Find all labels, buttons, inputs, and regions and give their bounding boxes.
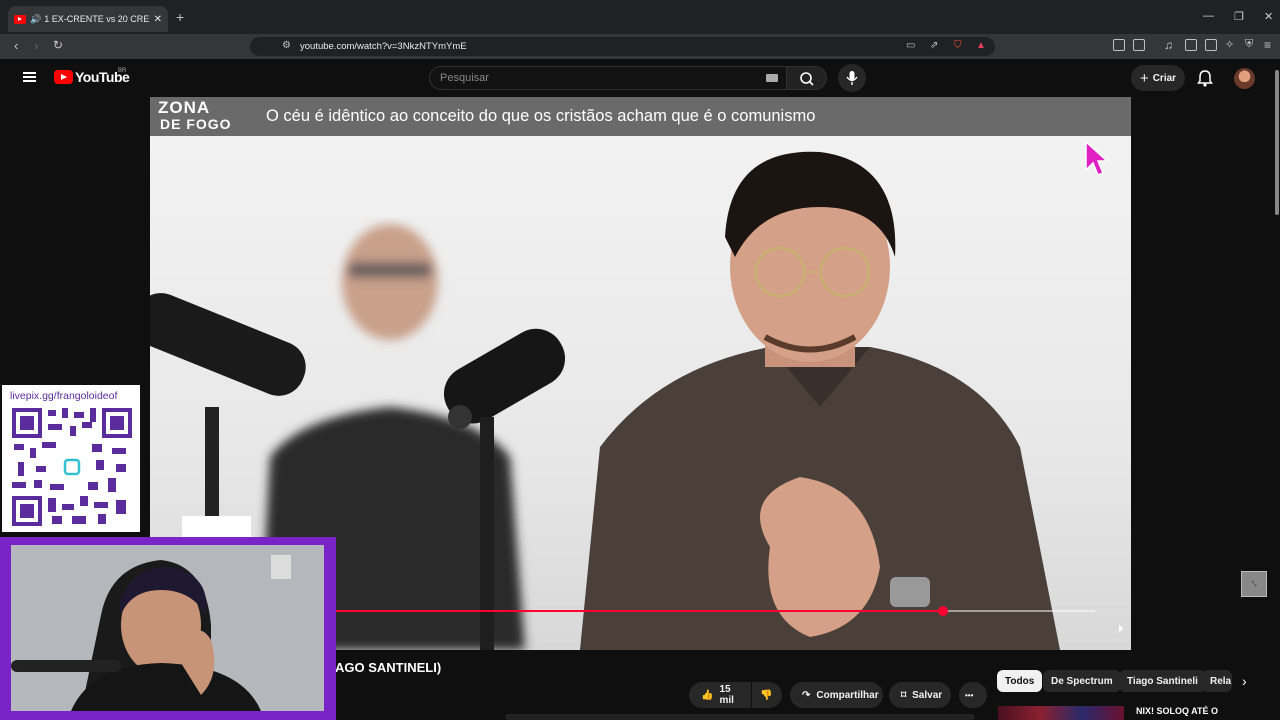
youtube-favicon-icon: [14, 14, 26, 24]
minimize-icon[interactable]: —: [1203, 10, 1214, 22]
back-icon[interactable]: ‹: [14, 38, 18, 53]
leo-ai-icon[interactable]: ✧: [1225, 38, 1234, 51]
donation-qr-overlay: livepix.gg/frangoloideof: [2, 385, 140, 532]
like-button[interactable]: 👍 15 mil: [689, 682, 751, 708]
chevron-right-icon[interactable]: ›: [1242, 673, 1247, 689]
comment-area-preview: [505, 714, 975, 720]
site-info-icon[interactable]: ⚙: [282, 40, 291, 51]
menu-icon[interactable]: ≡: [1264, 38, 1271, 52]
chip-tiago[interactable]: Tiago Santineli: [1119, 670, 1206, 692]
save-icon: ⌑: [901, 689, 907, 701]
chip-all[interactable]: Todos: [997, 670, 1043, 692]
extensions-icon[interactable]: [1113, 39, 1125, 51]
more-icon: •••: [965, 690, 974, 700]
close-tab-icon[interactable]: ✕: [154, 14, 162, 25]
browser-toolbar: ‹ › ↻ ⌑ ⚙ youtube.com/watch?v=3NkzNTYmYm…: [0, 34, 1280, 59]
keyboard-icon[interactable]: [766, 74, 778, 82]
new-tab-button[interactable]: +: [176, 9, 184, 25]
chip-label: Tiago Santineli: [1127, 675, 1198, 687]
youtube-header: YouTube BR Pesquisar + Criar: [0, 59, 1280, 97]
search-icon: [800, 72, 814, 86]
chip-label: De Spectrum: [1051, 675, 1113, 687]
chip-related[interactable]: Rela: [1202, 670, 1232, 692]
cast-icon[interactable]: ▭: [906, 40, 915, 51]
voice-search-button[interactable]: [838, 64, 866, 92]
page-scrollbar[interactable]: [1275, 70, 1279, 215]
recommendation-thumbnail[interactable]: [998, 706, 1124, 720]
webcam-feed: [11, 545, 324, 711]
thumbs-down-icon: 👎: [760, 689, 773, 701]
create-label: Criar: [1152, 72, 1177, 84]
webcam-overlay: [0, 537, 336, 720]
vpn-icon[interactable]: ⛨: [1245, 38, 1253, 51]
brave-rewards-icon[interactable]: ▲: [976, 40, 986, 51]
video-title: AGO SANTINELI): [335, 660, 442, 675]
save-label: Salvar: [912, 689, 943, 701]
chip-spectrum[interactable]: De Spectrum: [1043, 670, 1121, 692]
tab-search-icon[interactable]: [1133, 39, 1145, 51]
dislike-button[interactable]: 👎: [752, 682, 782, 708]
browser-tab-bar: 🔊 1 EX-CRENTE vs 20 CRENTES ✕ + — ❐ ✕: [0, 0, 1280, 34]
speaker-icon[interactable]: 🔊: [30, 14, 41, 25]
brand-logo-top: ZONA: [158, 98, 211, 117]
create-button[interactable]: + Criar: [1131, 65, 1185, 91]
brand-logo-bottom: DE FOGO: [160, 116, 232, 132]
url-text: youtube.com/watch?v=3NkzNTYmYmE: [300, 41, 467, 52]
thumbs-up-icon: 👍: [701, 689, 714, 701]
share-icon: ↷: [802, 689, 811, 701]
cursor-icon: [1085, 140, 1108, 176]
video-title-banner: ZONA DE FOGO O céu é idêntico ao conceit…: [150, 97, 1131, 136]
video-headline: O céu é idêntico ao conceito do que os c…: [266, 107, 816, 125]
save-button[interactable]: ⌑ Salvar: [889, 682, 951, 708]
autoplay-toggle[interactable]: ⏵: [1118, 623, 1124, 636]
avatar[interactable]: [1234, 68, 1255, 89]
tab-title: 1 EX-CRENTE vs 20 CRENTES: [44, 14, 150, 24]
streamer-image: [11, 545, 324, 711]
main-speaker: [580, 151, 1060, 650]
progress-fill: [335, 610, 943, 612]
recommendation-title[interactable]: NIX! SOLOQ ATÉ O: [1136, 706, 1218, 716]
more-actions-button[interactable]: •••: [959, 682, 987, 708]
close-window-icon[interactable]: ✕: [1264, 10, 1273, 23]
caption-box: [182, 516, 251, 538]
microphone-icon: [846, 71, 858, 85]
chip-label: Todos: [1005, 675, 1035, 687]
progress-bar[interactable]: [335, 606, 1095, 616]
reload-icon[interactable]: ↻: [53, 38, 63, 52]
address-bar[interactable]: ⚙ youtube.com/watch?v=3NkzNTYmYmE ▭ ⇗ ⛉ …: [250, 37, 995, 56]
browser-tab[interactable]: 🔊 1 EX-CRENTE vs 20 CRENTES ✕: [8, 6, 168, 32]
wallet-icon[interactable]: [1205, 39, 1217, 51]
notifications-icon[interactable]: [1197, 69, 1213, 87]
qr-code: [12, 408, 132, 526]
like-count: 15 mil: [719, 684, 734, 706]
miniplayer-button[interactable]: ⤡: [1241, 571, 1267, 597]
share-page-icon[interactable]: ⇗: [930, 40, 938, 51]
brave-shield-icon[interactable]: ⛉: [954, 40, 962, 51]
search-placeholder: Pesquisar: [440, 72, 489, 84]
search-button[interactable]: [787, 66, 827, 90]
media-icon[interactable]: ♫: [1164, 38, 1173, 52]
search-input[interactable]: Pesquisar: [429, 66, 787, 90]
progress-scrubber[interactable]: [938, 606, 948, 616]
forward-icon[interactable]: ›: [34, 38, 38, 53]
share-button[interactable]: ↷ Compartilhar: [790, 682, 883, 708]
plus-icon: +: [1139, 69, 1149, 87]
donation-url: livepix.gg/frangoloideof: [10, 390, 118, 402]
chip-label: Rela: [1210, 675, 1232, 687]
guide-menu-icon[interactable]: [23, 72, 36, 82]
center-microphone: [443, 328, 566, 650]
youtube-logo-icon[interactable]: [54, 70, 73, 84]
region-badge: BR: [118, 68, 127, 74]
restore-icon[interactable]: ❐: [1234, 10, 1244, 23]
sidebar-icon[interactable]: [1185, 39, 1197, 51]
share-label: Compartilhar: [816, 689, 879, 701]
